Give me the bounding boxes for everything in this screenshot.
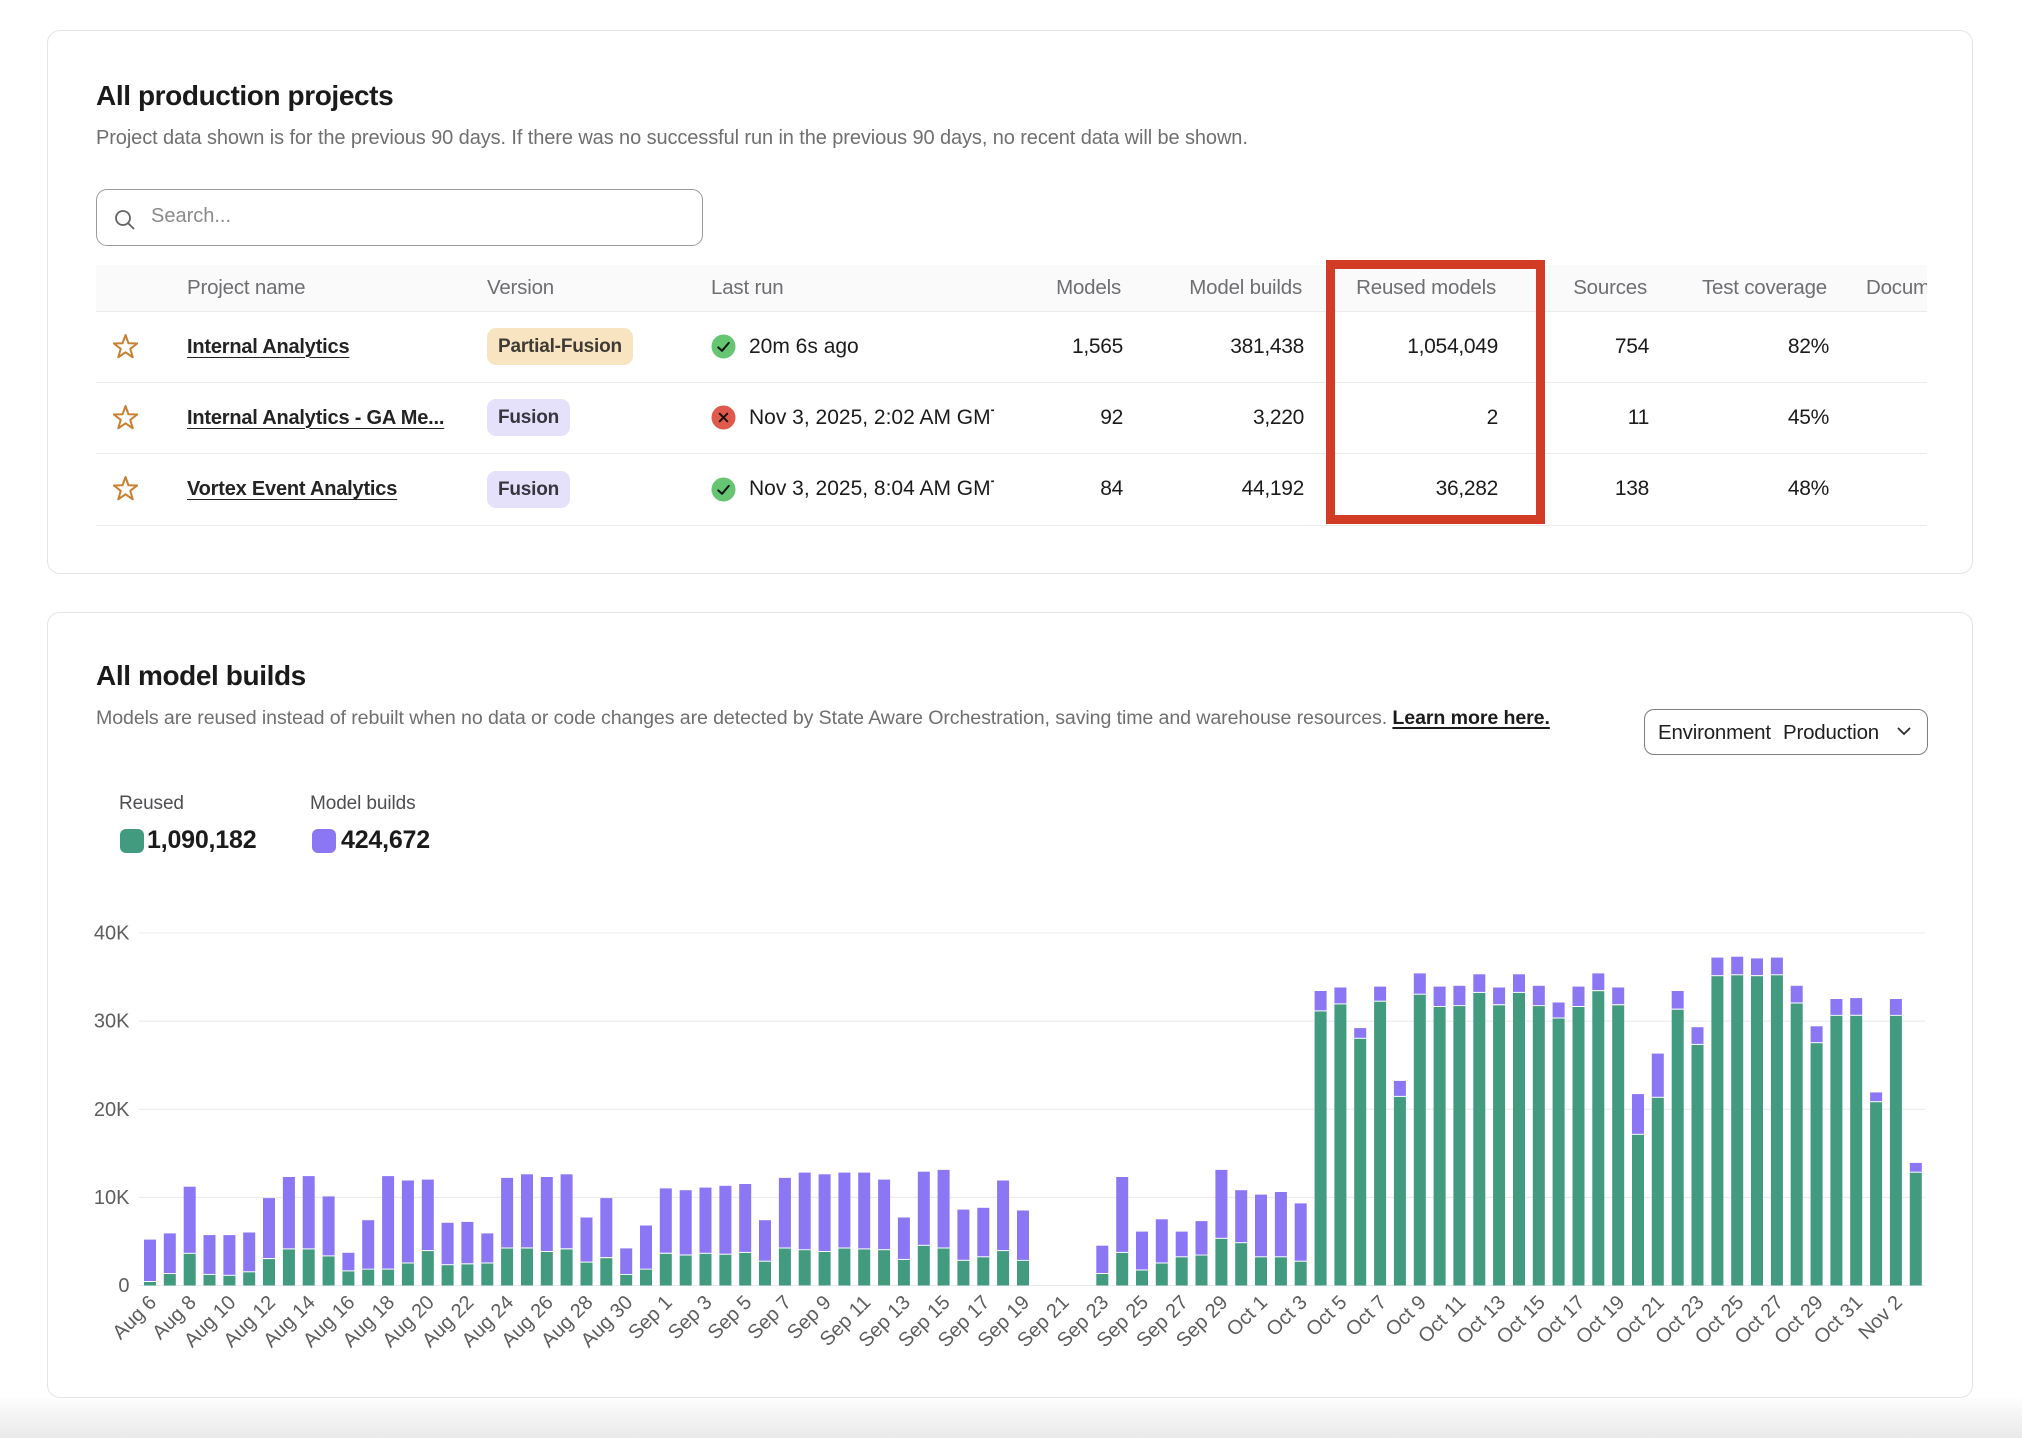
svg-text:Sep 7: Sep 7 bbox=[743, 1291, 796, 1344]
svg-text:0: 0 bbox=[118, 1275, 129, 1297]
svg-text:Sep 5: Sep 5 bbox=[704, 1291, 757, 1344]
svg-text:30K: 30K bbox=[94, 1011, 130, 1033]
svg-text:20K: 20K bbox=[94, 1099, 130, 1121]
svg-text:40K: 40K bbox=[94, 923, 130, 945]
svg-text:Aug 6: Aug 6 bbox=[109, 1291, 162, 1344]
svg-text:Oct 5: Oct 5 bbox=[1302, 1291, 1351, 1340]
svg-text:10K: 10K bbox=[94, 1187, 130, 1209]
svg-text:Oct 3: Oct 3 bbox=[1262, 1291, 1311, 1340]
svg-text:Nov 2: Nov 2 bbox=[1854, 1291, 1907, 1344]
svg-text:Oct 7: Oct 7 bbox=[1342, 1291, 1391, 1340]
svg-text:Sep 3: Sep 3 bbox=[664, 1291, 717, 1344]
svg-text:Oct 1: Oct 1 bbox=[1223, 1291, 1272, 1340]
svg-text:Sep 1: Sep 1 bbox=[624, 1291, 677, 1344]
